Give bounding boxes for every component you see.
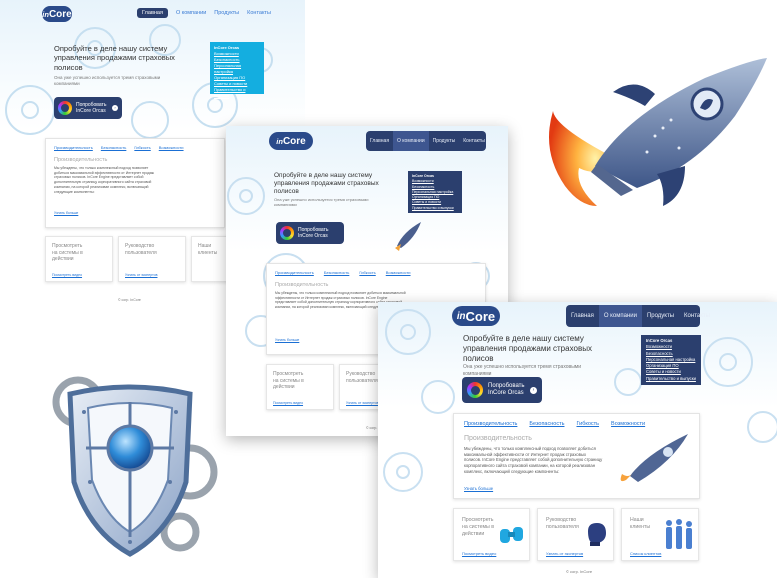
try-button[interactable]: Попробовать InCore Orcas › xyxy=(462,377,542,403)
nav-contacts[interactable]: Контакты xyxy=(459,138,489,144)
try-button[interactable]: Попробовать InCore Orcas › xyxy=(54,97,122,119)
nav-products[interactable]: Продукты xyxy=(642,313,679,319)
tab-security[interactable]: Безопасность xyxy=(324,270,350,275)
binoculars-icon xyxy=(500,527,523,543)
card-manual: Руководство пользователя Узнать от экспе… xyxy=(537,508,614,561)
arrow-icon: › xyxy=(530,386,537,394)
nav-about[interactable]: О компании xyxy=(176,10,206,16)
mockup-large: in Core Главная О компании Продукты Конта… xyxy=(378,302,777,578)
feature-tabs: Производительность Безопасность Гибкость… xyxy=(54,145,184,150)
logo-ring-icon xyxy=(58,101,72,115)
main-nav: Главная О компании Продукты Контакты xyxy=(366,131,486,151)
rocket-icon xyxy=(620,434,688,482)
people-icon xyxy=(666,519,692,549)
tab-security[interactable]: Безопасность xyxy=(101,145,127,150)
tab-features[interactable]: Возможности xyxy=(159,145,184,150)
hero-text: Она уже успешно используется тремя страх… xyxy=(274,197,369,208)
logo-ring-icon xyxy=(467,382,483,398)
boxing-glove-icon xyxy=(588,523,606,546)
nav-contacts[interactable]: Контакты xyxy=(247,10,271,16)
logo[interactable]: in Core xyxy=(269,132,313,150)
panel-text: Мы убеждены, что только комплексный подх… xyxy=(54,166,155,194)
feature-tabs: Производительность Безопасность Гибкость… xyxy=(275,270,411,275)
nav-products[interactable]: Продукты xyxy=(429,138,460,144)
logo[interactable]: in Core xyxy=(42,6,72,22)
shield-icon xyxy=(52,376,218,557)
main-nav: Главная О компании Продукты Контакты xyxy=(566,305,710,327)
logo-ring-icon xyxy=(280,226,294,240)
panel-text: Мы убеждены, что только комплексный подх… xyxy=(464,446,603,474)
card-clients: Наши клиенты xyxy=(191,236,231,282)
nav-home[interactable]: Главная xyxy=(566,313,599,319)
tab-flexibility[interactable]: Гибкость xyxy=(134,145,150,150)
hero-text: Она уже успешно используется тремя страх… xyxy=(54,75,161,86)
tab-features[interactable]: Возможности xyxy=(386,270,411,275)
hero-title: Опробуйте в деле нашу систему управления… xyxy=(274,172,379,196)
main-nav: Главная О компании Продукты Контакты xyxy=(137,8,271,18)
tab-performance[interactable]: Производительность xyxy=(275,270,314,275)
try-button[interactable]: Попробовать InCore Orcas xyxy=(276,222,344,244)
nav-home[interactable]: Главная xyxy=(137,8,168,18)
tab-performance[interactable]: Производительность xyxy=(54,145,93,150)
panel-heading: Производительность xyxy=(275,282,329,288)
learn-more-link[interactable]: Узнать больше xyxy=(275,338,299,342)
hero-text: Она уже успешно используется тремя страх… xyxy=(463,364,582,377)
product-menu-box: InCore Orcas Возможности Безопасность Пе… xyxy=(210,42,264,98)
tab-flexibility[interactable]: Гибкость xyxy=(576,421,599,427)
hero-title: Опробуйте в деле нашу систему управления… xyxy=(54,44,175,72)
card-manual: Руководство пользователя Узнать от экспе… xyxy=(118,236,186,282)
tab-security[interactable]: Безопасность xyxy=(529,421,564,427)
feature-panel: Производительность Безопасность Гибкость… xyxy=(45,138,225,228)
footer-text: © corp. InCore xyxy=(118,298,141,302)
rocket-icon xyxy=(549,58,767,206)
tab-flexibility[interactable]: Гибкость xyxy=(359,270,375,275)
nav-products[interactable]: Продукты xyxy=(214,10,239,16)
card-demo: Просмотреть на системы в действии Посмот… xyxy=(45,236,113,282)
nav-home[interactable]: Главная xyxy=(366,138,393,144)
hero-title: Опробуйте в деле нашу систему управления… xyxy=(463,334,592,363)
nav-about[interactable]: О компании xyxy=(598,305,642,327)
tab-features[interactable]: Возможности xyxy=(611,421,645,427)
product-menu-box: InCore Orcas Возможности Безопасность Пе… xyxy=(408,171,462,213)
rocket-icon xyxy=(395,222,421,251)
card-demo: Просмотреть на системы в действии Посмот… xyxy=(453,508,530,561)
nav-about[interactable]: О компании xyxy=(393,131,429,151)
panel-heading: Производительность xyxy=(54,157,108,163)
learn-more-link[interactable]: Узнать больше xyxy=(54,211,78,215)
learn-more-link[interactable]: Узнать больше xyxy=(464,486,493,491)
feature-panel: Производительность Безопасность Гибкость… xyxy=(453,413,700,499)
panel-heading: Производительность xyxy=(464,435,532,442)
footer-text: © corp. InCore xyxy=(566,569,593,574)
tab-performance[interactable]: Производительность xyxy=(464,421,517,427)
feature-tabs: Производительность Безопасность Гибкость… xyxy=(464,421,645,427)
card-clients: Наши клиенты Список клиентов xyxy=(621,508,699,561)
logo[interactable]: in Core xyxy=(452,306,500,326)
nav-contacts[interactable]: Контакты xyxy=(679,313,715,319)
product-menu-box: InCore Orcas Возможности Безопасность Пе… xyxy=(641,335,701,385)
arrow-icon: › xyxy=(112,105,118,111)
card-demo: Просмотреть на системы в действии Посмот… xyxy=(266,364,334,410)
